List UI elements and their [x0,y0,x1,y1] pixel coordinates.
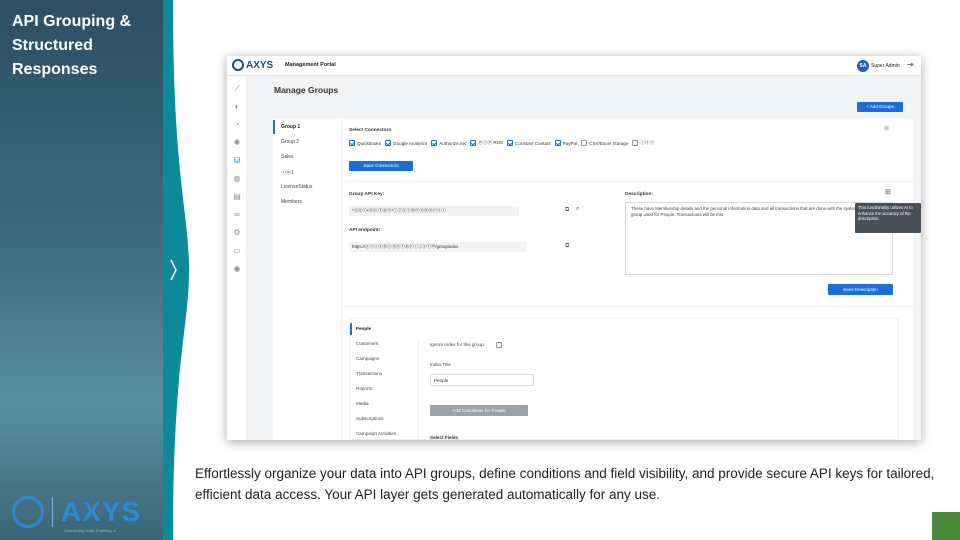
description-textarea[interactable]: These have Membership details and the pe… [625,202,893,275]
group-api-key-label: Group API Key: [349,192,385,197]
group-item-sales[interactable]: Sales [281,154,294,160]
subgroup-item-subscriptions[interactable]: Subscriptions [356,416,384,421]
user-icon[interactable]: ◉ [232,264,242,274]
logo-ring-icon [232,59,244,71]
index-title-input[interactable]: People [430,374,534,386]
search-icon[interactable]: ⌕ [576,206,579,213]
settings-icon[interactable]: ⚙ [232,228,242,238]
active-indicator [350,323,352,335]
group-item-members[interactable]: Members [281,199,302,205]
brand-tagline: Connecting Data, Enabling AI [64,528,117,533]
brand-ring-icon [12,496,44,528]
select-connectors-label: Select Connectors [349,128,392,133]
database-icon[interactable]: ⛁ [232,156,242,166]
groups-list: Group 1 Group 2 Sales ⓢⓦ1 LicenseStatus … [273,118,341,440]
copy-icon[interactable]: ⧉ [565,207,569,214]
subgroup-divider [418,339,419,440]
ai-tooltip: This functionality utilizes AI to enhanc… [855,203,921,233]
add-conditions-button[interactable]: Add Conditions for People [430,405,528,416]
ignore-index-label: Ignore Index for this group: [430,342,485,347]
connector-label: CSV/Excel Storage [589,140,629,146]
subgroup-item-people[interactable]: People [356,326,371,331]
groups-divider [341,118,342,440]
save-connectors-button[interactable]: Save Connectors [349,161,413,171]
app-logo-text: AXYS [246,59,274,71]
subgroup-item-reports[interactable]: Reports [356,386,372,391]
sun-icon[interactable]: ✺ [232,138,242,148]
user-name[interactable]: Super Admin [871,63,900,69]
connector-label: ⓒⓢⓥ [640,140,655,145]
google-analytics-checkbox[interactable] [385,140,392,146]
divider [342,181,913,182]
copy-icon[interactable]: ⧉ [565,243,569,250]
icon-sidebar: ⟋ ◐ ◔ ✺ ⛁ ◍ ▤ ∞ ⚙ ▭ ◉ [227,76,247,440]
file-icon[interactable]: ▭ [232,246,242,256]
csv-checkbox[interactable] [632,140,639,146]
brand-name: AXYS [61,496,142,527]
slide-caption: Effortlessly organize your data into API… [195,466,935,502]
api-endpoint-label: API endpoint: [349,228,381,233]
subgroup-item-transactions[interactable]: Transactions [356,371,382,376]
connector-label: Google Analytics [393,140,428,146]
subgroup-item-campaigns[interactable]: Campaigns [356,356,379,361]
corner-decoration [932,512,960,540]
connector-label: ⓜⓢⓟ RDS [478,140,504,145]
index-title-label: Index Title [430,362,451,367]
constant-contact-checkbox[interactable] [507,140,514,146]
document-icon[interactable]: ▤ [232,192,242,202]
app-topbar: AXYS Management Portal SA Super Admin ⇥ [227,56,921,76]
authorize-net-checkbox[interactable] [431,140,438,146]
group-detail-card: People Customers Campaigns Transactions … [349,318,899,440]
connector-list: Quickbooks Google Analytics Authorize.ne… [349,140,658,146]
connector-label: Quickbooks [357,140,382,146]
api-endpoint-field[interactable]: https://ⓧⓨⓩⓐⓑⓒⓓⓔⓕⓖⓗⓘⓙⓚⓛⓜ/groupindex [349,242,527,252]
quickbooks-checkbox[interactable] [349,140,355,146]
app-logo[interactable]: AXYS [232,59,273,71]
logout-icon[interactable]: ⇥ [907,60,914,69]
ai-robot-icon[interactable]: ⚛ [883,124,890,133]
subgroup-item-customers[interactable]: Customers [356,341,378,346]
api-key-field[interactable]: *ⓐⓑⓒ•ⓓⓔ:ⓕⓖⓗ*ⓘⓙⓚⓛⓜⓝⓞⓟⓠⓡⓢⓣ [349,206,519,216]
toggle-icon[interactable]: ◐ [232,102,242,112]
page-title: Manage Groups [274,85,339,95]
globe-icon[interactable]: ◍ [232,174,242,184]
api-icon[interactable]: ⟋ [232,84,242,94]
csv-excel-checkbox[interactable] [581,140,588,146]
portal-title: Management Portal [285,62,336,68]
group-item-2[interactable]: Group 2 [281,139,299,145]
chevron-tab[interactable] [163,0,189,540]
subgroup-item-media[interactable]: Media [356,401,369,406]
connector-label: PayPal [562,140,578,146]
save-description-button[interactable]: Save Description [828,284,893,295]
group-item-4[interactable]: ⓢⓦ1 [281,169,294,176]
avatar[interactable]: SA [857,60,869,72]
description-label: Description: [625,192,653,197]
rds-checkbox[interactable] [470,140,477,146]
brand-logo: AXYS [12,496,141,528]
add-groups-button[interactable]: + Add Groups [857,102,903,112]
divider [342,306,913,307]
ai-description-icon[interactable]: ⊞ [885,188,891,196]
group-item-licensestatus[interactable]: LicenseStatus [281,184,312,190]
gauge-icon[interactable]: ◔ [232,120,242,130]
connector-label: Constant Contact [515,140,551,146]
slide: API Grouping & Structured Responses AXYS… [0,0,960,540]
subgroup-item-campaign-activities[interactable]: Campaign Activities [356,431,396,436]
slide-title: API Grouping & Structured Responses [12,13,132,78]
app-screenshot: AXYS Management Portal SA Super Admin ⇥ … [227,56,921,440]
select-fields-label: Select Fields [430,435,459,440]
active-indicator [273,120,275,134]
ignore-index-checkbox[interactable] [496,342,502,348]
groups-card: Group 1 Group 2 Sales ⓢⓦ1 LicenseStatus … [273,118,913,440]
connector-label: Authorize.net [439,140,467,146]
brand-separator [52,497,53,527]
link-icon[interactable]: ∞ [232,210,242,220]
group-item-1[interactable]: Group 1 [281,124,300,130]
paypal-checkbox[interactable] [554,140,561,146]
